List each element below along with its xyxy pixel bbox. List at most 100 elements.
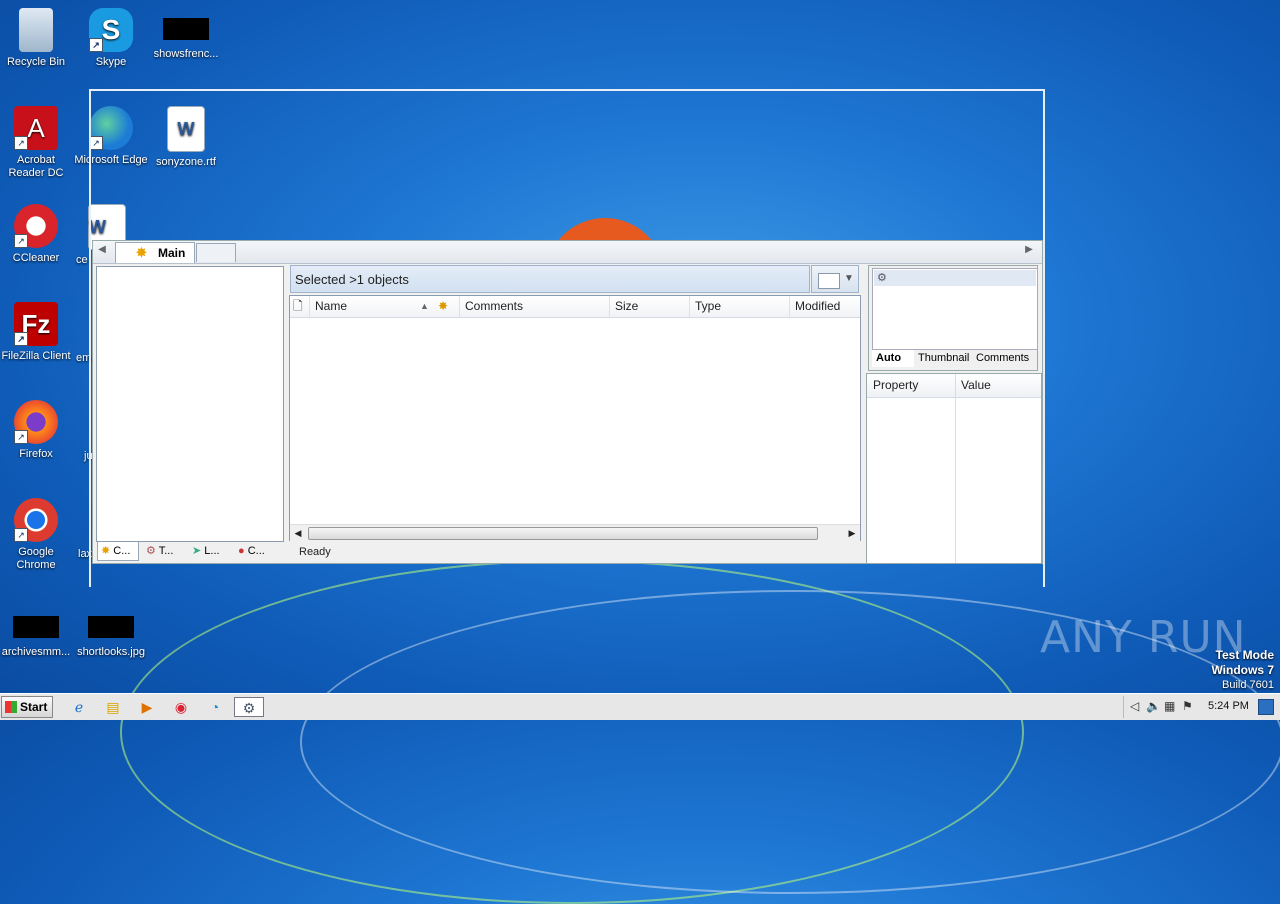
column-modified[interactable]: Modified: [790, 296, 860, 317]
file-type-column-icon[interactable]: 🗋: [290, 296, 310, 317]
media-player-icon[interactable]: ▶: [136, 697, 158, 717]
column-value[interactable]: Value: [955, 374, 1041, 397]
column-label: Comments: [465, 299, 524, 313]
link-icon: ➤: [192, 545, 202, 557]
redacted-file-icon: [88, 616, 134, 638]
nav-tab-4[interactable]: ● C...: [235, 542, 281, 561]
thumbnail-panel: ⚙ Auto Thumbnail Comments: [868, 265, 1038, 371]
desktop-icon-file[interactable]: showsfrenc...: [148, 8, 224, 61]
desktop-icon-label: ju: [84, 450, 93, 462]
redacted-file-icon: [13, 616, 59, 638]
clock[interactable]: 5:24 PM: [1208, 700, 1249, 712]
desktop-icon-ju[interactable]: ju: [64, 450, 93, 463]
column-label: Modified: [795, 299, 841, 313]
column-size[interactable]: Size: [610, 296, 690, 317]
edge-icon[interactable]: ◔: [204, 697, 226, 717]
tray-expand-icon[interactable]: ◁: [1130, 699, 1139, 713]
skype-icon: S ↗: [89, 8, 133, 52]
column-name[interactable]: Name ▲ ✸: [310, 296, 460, 317]
taskbar: Start ℯ ▤ ▶ ◉ ◔ ⚙ ◁ 🔈 ▦ ⚑ 5:24 PM: [0, 693, 1280, 720]
column-label: Size: [615, 299, 639, 313]
desktop-icon-label: archivesmm...: [1, 646, 71, 658]
desktop-icon-label: Skype: [95, 56, 127, 68]
filezilla-icon: Fz ↗: [14, 302, 58, 346]
scroll-right-icon[interactable]: ▶: [845, 526, 859, 540]
property-header: Property Value: [867, 374, 1041, 398]
thumbnail-tabs: Auto Thumbnail Comments: [872, 350, 1036, 368]
column-property[interactable]: Property: [867, 374, 955, 397]
preview-icon: ⚙: [877, 272, 887, 284]
desktop-icon-firefox[interactable]: ↗ Firefox: [0, 400, 74, 461]
document-tabstrip: ◀ ✸ Main ▶: [93, 241, 1042, 264]
column-header: 🗋 Name ▲ ✸ Comments Size Type Modified: [290, 296, 860, 318]
file-list[interactable]: 🗋 Name ▲ ✸ Comments Size Type Modified ◀ ▶: [289, 295, 861, 541]
tab-main-label: Main: [158, 246, 186, 260]
view-mode-button[interactable]: ▼: [811, 265, 859, 293]
desktop-icon-label: em: [76, 352, 92, 364]
tab-comments[interactable]: Comments: [972, 350, 1036, 367]
start-label: Start: [20, 700, 48, 714]
tab-auto[interactable]: Auto: [872, 350, 914, 367]
thumbnail-area[interactable]: ⚙: [872, 268, 1038, 350]
desktop-icon-recycle-bin[interactable]: Recycle Bin: [0, 8, 74, 69]
selection-info-bar: Selected >1 objects: [290, 265, 810, 293]
navigation-tabs: ✸ C... ⚙ T... ➤ L... ● C...: [95, 542, 285, 562]
start-button[interactable]: Start: [1, 696, 53, 718]
recycle-bin-icon: [19, 8, 53, 52]
thumbnail-header: ⚙: [874, 270, 1036, 286]
scrollbar-thumb[interactable]: [308, 527, 818, 540]
action-center-flag-icon[interactable]: ⚑: [1182, 699, 1193, 713]
status-bar: Ready: [299, 546, 331, 558]
nav-tab-label: C...: [113, 545, 131, 557]
volume-icon[interactable]: 🔈: [1146, 699, 1161, 713]
nav-tab-1[interactable]: ✸ C...: [97, 542, 139, 561]
tab-main[interactable]: ✸ Main: [115, 242, 195, 263]
column-label: Type: [695, 299, 722, 313]
desktop-icon-skype[interactable]: S ↗ Skype: [73, 8, 149, 69]
desktop-icon-archives[interactable]: archivesmm...: [0, 606, 74, 659]
horizontal-scrollbar[interactable]: ◀ ▶: [290, 524, 860, 541]
tab-scroll-left-icon[interactable]: ◀: [95, 244, 109, 255]
file-list-pane: Selected >1 objects ▼ 🗋 Name ▲ ✸ Comments …: [289, 264, 862, 564]
system-tray: ◁ 🔈 ▦ ⚑: [1123, 696, 1204, 718]
new-tab-button[interactable]: [196, 243, 236, 262]
column-comments[interactable]: Comments: [460, 296, 610, 317]
desktop-icon-em[interactable]: em: [58, 352, 92, 365]
navigation-pane: ✸ C... ⚙ T... ➤ L... ● C...: [95, 266, 285, 563]
desktop-icon-label: shortlooks.jpg: [77, 646, 145, 658]
column-type[interactable]: Type: [690, 296, 790, 317]
tab-thumbnail[interactable]: Thumbnail: [914, 350, 974, 367]
tree-icon: ⚙: [146, 545, 156, 557]
desktop-icon-lax[interactable]: lax: [62, 548, 93, 561]
star-folder-icon: ✸: [101, 545, 111, 557]
tab-scroll-right-icon[interactable]: ▶: [1022, 244, 1036, 255]
network-icon[interactable]: ▦: [1164, 699, 1175, 713]
desktop-icon-label: Firefox: [19, 448, 53, 460]
explorer-icon[interactable]: ▤: [102, 697, 124, 717]
app-window: ◀ ✸ Main ▶ ✸ C... ⚙ T... ➤ L... ● C... S…: [92, 240, 1043, 564]
chrome-icon[interactable]: ◉: [170, 697, 192, 717]
show-desktop-button[interactable]: [1258, 699, 1274, 715]
desktop-icon-label: showsfrenc...: [153, 48, 219, 60]
folder-tree[interactable]: [96, 266, 284, 542]
app-icon[interactable]: ⚙: [234, 697, 264, 717]
firefox-icon: ↗: [14, 400, 58, 444]
property-grid[interactable]: Property Value: [866, 373, 1042, 564]
column-label: Name: [315, 299, 348, 313]
desktop-icon-acrobat[interactable]: A ↗ Acrobat Reader DC: [0, 106, 74, 180]
nav-tab-label: T...: [158, 545, 174, 557]
color-icon: ●: [238, 545, 245, 557]
desktop-icon-label: lax: [78, 548, 93, 560]
star-icon: ✸: [438, 299, 449, 313]
windows-logo-icon: [5, 701, 17, 713]
ccleaner-icon: ↗: [14, 204, 58, 248]
chevron-down-icon: ▼: [844, 273, 854, 284]
scroll-left-icon[interactable]: ◀: [291, 526, 305, 540]
nav-tab-label: L...: [204, 545, 220, 557]
desktop-icon-shortlooks[interactable]: shortlooks.jpg: [73, 606, 149, 659]
build-label: Build 7601: [1222, 679, 1274, 691]
nav-tab-3[interactable]: ➤ L...: [189, 542, 233, 561]
ie-icon[interactable]: ℯ: [68, 697, 90, 717]
nav-tab-2[interactable]: ⚙ T...: [143, 542, 187, 561]
star-folder-icon: ✸: [136, 245, 147, 260]
